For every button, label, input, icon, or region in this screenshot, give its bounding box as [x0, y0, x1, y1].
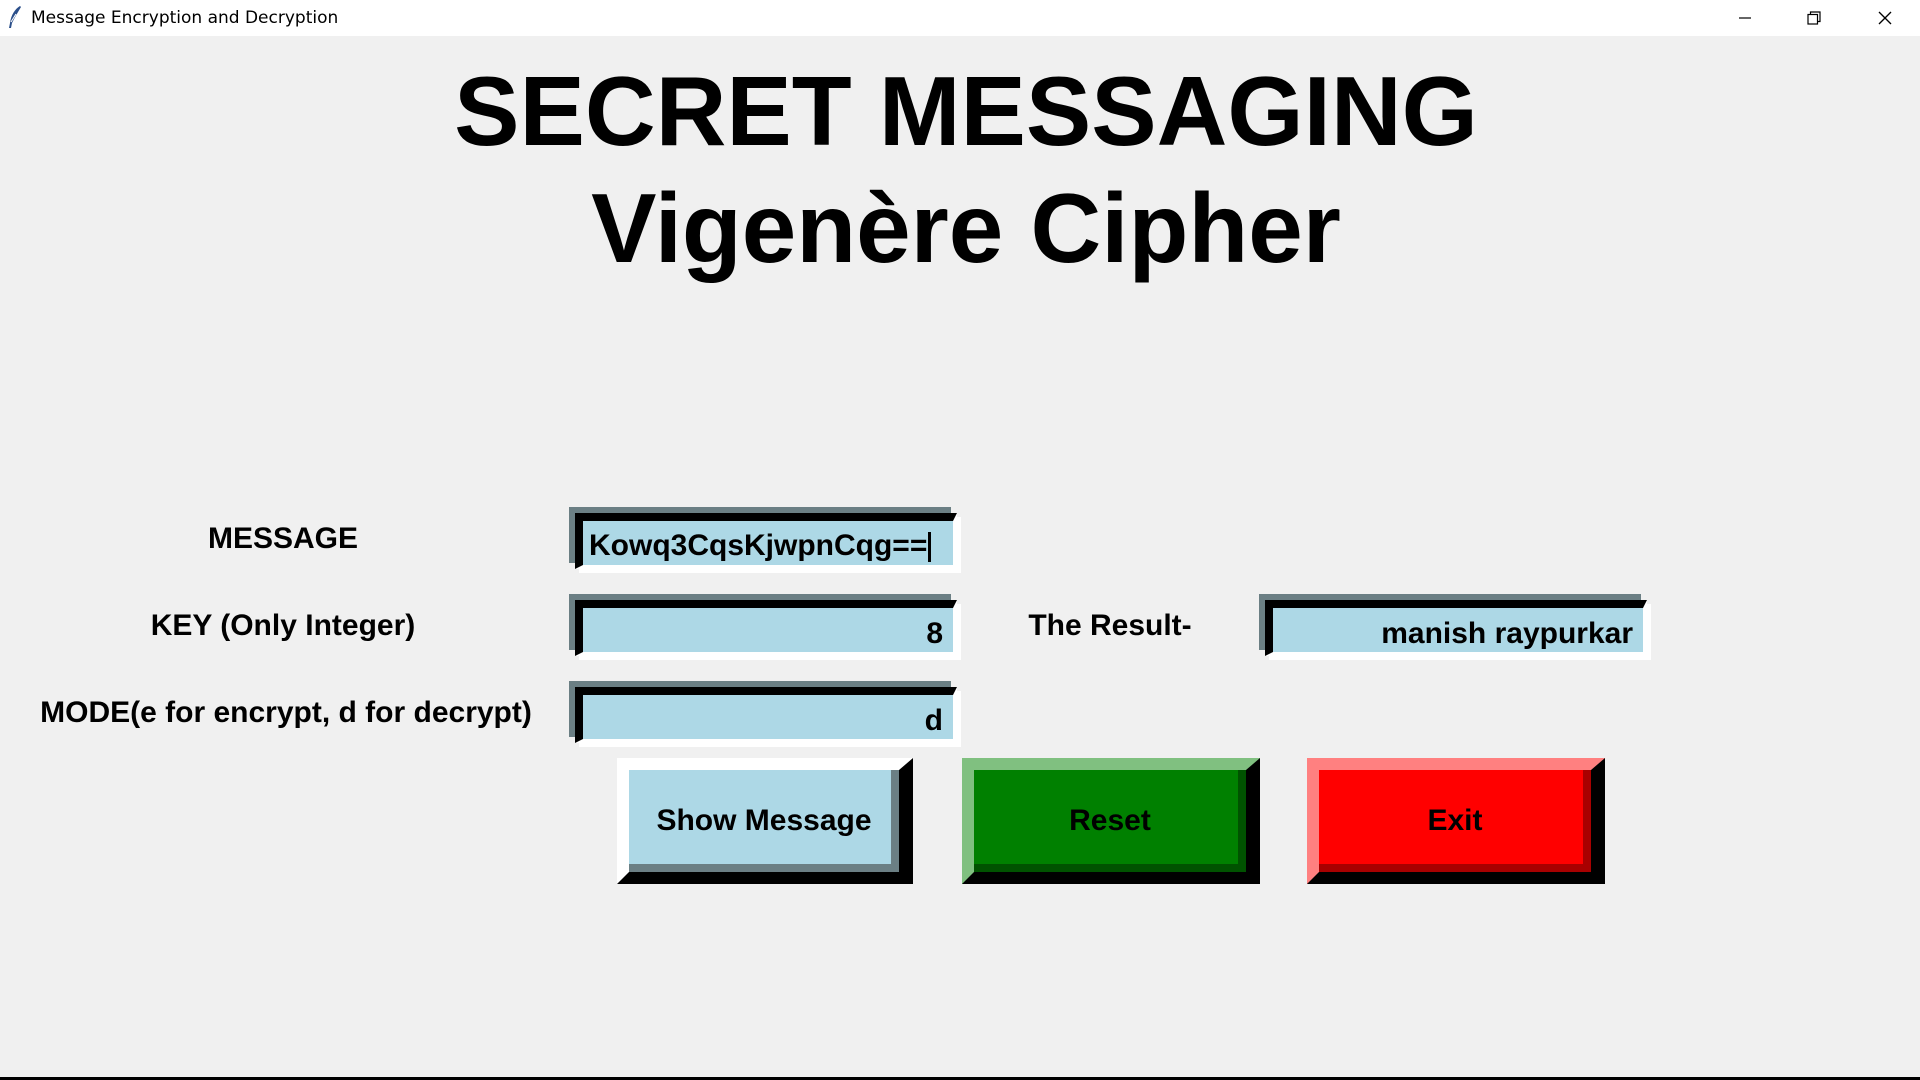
close-icon	[1878, 11, 1891, 25]
restore-button[interactable]	[1779, 0, 1848, 36]
result-label: The Result-	[1028, 609, 1192, 642]
feather-icon	[9, 6, 21, 28]
key-label: KEY (Only Integer)	[150, 609, 416, 642]
close-button[interactable]	[1850, 0, 1919, 36]
message-input-value: Kowq3CqsKjwpnCqg==	[589, 529, 928, 562]
exit-button[interactable]: Exit	[1307, 758, 1605, 884]
message-label: MESSAGE	[207, 522, 359, 555]
reset-label: Reset	[1069, 804, 1151, 837]
reset-button[interactable]: Reset	[962, 758, 1260, 884]
result-field[interactable]: manish raypurkar	[1265, 600, 1647, 656]
mode-label: MODE(e for encrypt, d for decrypt)	[40, 696, 532, 729]
page-title: SECRET MESSAGING	[454, 56, 1478, 166]
key-input[interactable]: 8	[575, 600, 957, 656]
title-bar[interactable]: Message Encryption and Decryption	[0, 0, 1920, 36]
exit-label: Exit	[1427, 804, 1483, 837]
message-input[interactable]: Kowq3CqsKjwpnCqg==	[575, 513, 957, 569]
minimize-button[interactable]	[1710, 0, 1779, 36]
app-window: Message Encryption and Decryption SECRET…	[0, 0, 1920, 1080]
minimize-icon	[1738, 17, 1751, 19]
page-subtitle: Vigenère Cipher	[591, 173, 1341, 283]
text-caret	[928, 532, 932, 563]
mode-input[interactable]: d	[575, 687, 957, 743]
show-message-button[interactable]: Show Message	[617, 758, 913, 884]
show-message-label: Show Message	[656, 804, 872, 837]
restore-icon	[1806, 11, 1821, 25]
window-title: Message Encryption and Decryption	[31, 8, 339, 28]
